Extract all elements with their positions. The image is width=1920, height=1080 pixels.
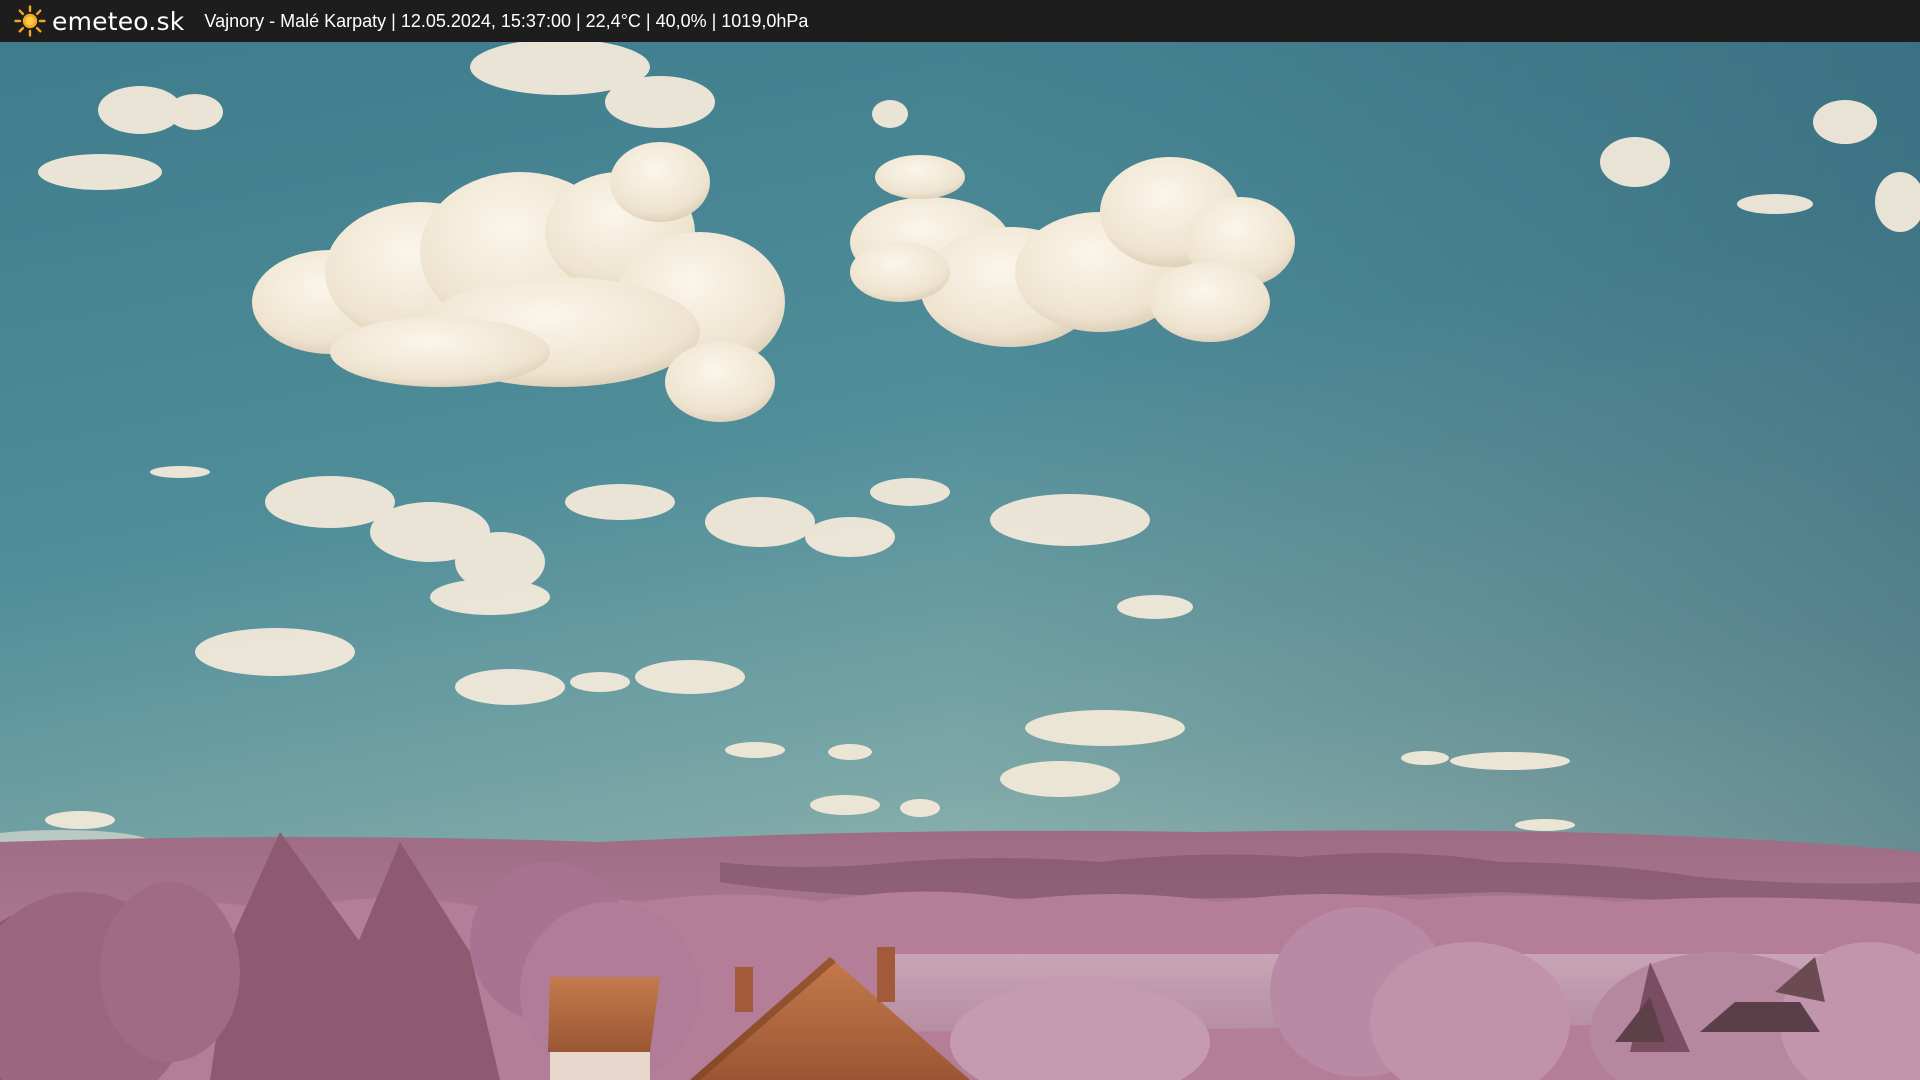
info-overlay-bar: emeteo.sk Vajnory - Malé Karpaty | 12.05… (0, 0, 1920, 42)
webcam-view: emeteo.sk Vajnory - Malé Karpaty | 12.05… (0, 0, 1920, 1080)
webcam-image (0, 42, 1920, 1080)
brand-name: emeteo.sk (52, 6, 185, 36)
station-info-text: Vajnory - Malé Karpaty | 12.05.2024, 15:… (204, 10, 809, 31)
house-roof-left (548, 977, 660, 1080)
brand-logo[interactable]: emeteo.sk (14, 0, 184, 42)
sun-icon (14, 5, 46, 37)
